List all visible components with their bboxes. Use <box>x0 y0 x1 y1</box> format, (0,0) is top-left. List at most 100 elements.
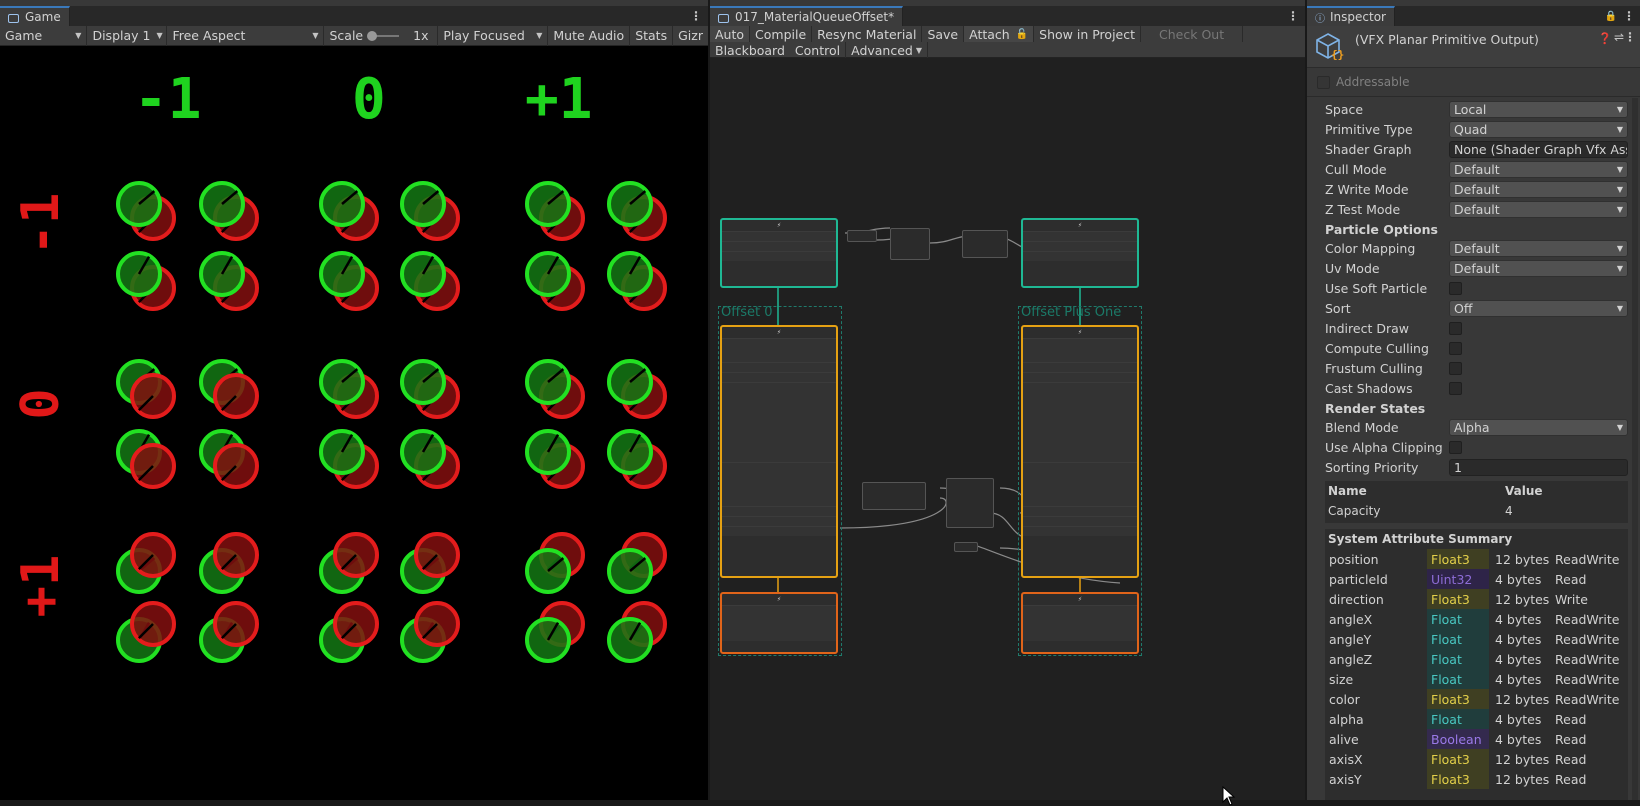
operator-node[interactable] <box>954 542 978 552</box>
check-out-button[interactable]: Check Out <box>1141 26 1243 42</box>
group-title[interactable]: Offset 0 <box>721 305 772 320</box>
game-tab-menu-icon[interactable]: ⋮ <box>688 6 704 26</box>
property-checkbox[interactable] <box>1449 342 1462 355</box>
initialize-context-right[interactable]: ⚡ <box>1021 325 1139 578</box>
property-dropdown[interactable]: Quad▼ <box>1449 121 1628 138</box>
particle-grid <box>0 46 708 800</box>
output-context-left[interactable]: ⚡ <box>720 592 838 654</box>
property-dropdown[interactable]: Default▼ <box>1449 260 1628 277</box>
context-header: ⚡ <box>722 594 836 605</box>
resync-material-button[interactable]: Resync Material <box>812 26 922 42</box>
initialize-context-left[interactable]: ⚡ <box>720 325 838 578</box>
addressable-label: Addressable <box>1336 75 1409 89</box>
inspector-title: (VFX Planar Primitive Output) <box>1355 32 1539 47</box>
operator-node[interactable] <box>847 230 877 242</box>
spawn-context-left[interactable]: ⚡ <box>720 218 838 288</box>
stats-button[interactable]: Stats <box>630 26 673 46</box>
mute-audio-button[interactable]: Mute Audio <box>548 26 630 46</box>
attribute-size: 4 bytes <box>1489 572 1553 587</box>
vfx-graph-canvas[interactable]: Offset 0 Offset Plus One ⚡ ⚡ ⚡ <box>710 58 1305 800</box>
lock-icon[interactable]: 🔓 <box>1016 29 1028 40</box>
property-checkbox[interactable] <box>1449 441 1462 454</box>
settings-icon[interactable]: ⇌ <box>1614 30 1624 44</box>
property-dropdown[interactable]: Local▼ <box>1449 101 1628 118</box>
tab-game[interactable]: Game <box>0 6 70 26</box>
particle-sprite <box>527 253 569 295</box>
advanced-dropdown[interactable]: Advanced▼ <box>846 42 928 58</box>
save-button[interactable]: Save <box>922 26 964 42</box>
property-dropdown[interactable]: Default▼ <box>1449 161 1628 178</box>
context-block <box>722 241 836 251</box>
addressable-checkbox[interactable] <box>1317 76 1330 89</box>
attribute-access: ReadWrite <box>1553 612 1628 627</box>
object-field[interactable]: None (Shader Graph Vfx Asse◉ <box>1449 141 1628 158</box>
attribute-size: 12 bytes <box>1489 772 1553 787</box>
attribute-row: angleZFloat4 bytesReadWrite <box>1325 649 1628 669</box>
help-icon[interactable]: ❓ <box>1598 32 1612 45</box>
property-checkbox[interactable] <box>1449 322 1462 335</box>
group-title[interactable]: Offset Plus One <box>1021 305 1121 320</box>
lock-icon[interactable]: 🔒 <box>1605 6 1617 26</box>
property-label: Cast Shadows <box>1325 381 1449 396</box>
compile-button[interactable]: Compile <box>750 26 812 42</box>
scale-value: 1x <box>413 28 428 43</box>
operator-node[interactable] <box>890 228 930 260</box>
property-label: Uv Mode <box>1325 261 1449 276</box>
gizmos-button[interactable]: Gizr <box>673 26 708 46</box>
auto-button[interactable]: Auto <box>710 26 750 42</box>
view-mode-dropdown[interactable]: Game▼ <box>0 26 87 46</box>
attribute-size: 4 bytes <box>1489 712 1553 727</box>
attribute-row: angleXFloat4 bytesReadWrite <box>1325 609 1628 629</box>
property-input[interactable]: 1 <box>1449 459 1628 476</box>
operator-node[interactable] <box>946 478 994 528</box>
property-checkbox[interactable] <box>1449 362 1462 375</box>
operator-node[interactable] <box>862 482 926 510</box>
addressable-toggle[interactable]: Addressable <box>1317 75 1409 89</box>
display-dropdown[interactable]: Display 1▼ <box>87 26 167 46</box>
blackboard-button[interactable]: Blackboard <box>710 42 790 58</box>
aspect-label: Free Aspect <box>172 28 245 43</box>
tab-vfx-graph[interactable]: 017_MaterialQueueOffset* <box>710 6 903 26</box>
property-dropdown[interactable]: Alpha▼ <box>1449 419 1628 436</box>
property-dropdown[interactable]: Default▼ <box>1449 181 1628 198</box>
attribute-name: size <box>1325 672 1427 687</box>
particle-sprite <box>402 431 444 473</box>
particle-sprite <box>215 375 257 417</box>
play-mode-dropdown[interactable]: Play Focused▼ <box>438 26 548 46</box>
inspector-menu-icon[interactable]: ⋮ <box>1621 6 1637 26</box>
property-value: Default <box>1454 162 1500 177</box>
property-row: SpaceLocal▼ <box>1325 100 1628 119</box>
vfx-tab-menu-icon[interactable]: ⋮ <box>1285 6 1301 26</box>
attribute-access: ReadWrite <box>1553 552 1628 567</box>
scale-slider-thumb[interactable] <box>367 31 377 41</box>
attribute-type: Float3 <box>1427 549 1489 569</box>
property-dropdown[interactable]: Off▼ <box>1449 300 1628 317</box>
attribute-size: 4 bytes <box>1489 652 1553 667</box>
spawn-context-right[interactable]: ⚡ <box>1021 218 1139 288</box>
property-dropdown[interactable]: Default▼ <box>1449 201 1628 218</box>
inspector-header-menu-icon[interactable]: ⋮ <box>1624 30 1636 44</box>
property-row: Shader GraphNone (Shader Graph Vfx Asse◉ <box>1325 140 1628 159</box>
particle-sprite <box>132 445 174 487</box>
tab-inspector[interactable]: ⓘ Inspector <box>1307 6 1395 26</box>
particle-sprite <box>201 183 243 225</box>
show-in-project-button[interactable]: Show in Project <box>1034 26 1141 42</box>
property-dropdown[interactable]: Default▼ <box>1449 240 1628 257</box>
context-block <box>1023 462 1137 506</box>
operator-node[interactable] <box>962 230 1008 258</box>
property-checkbox[interactable] <box>1449 382 1462 395</box>
property-checkbox[interactable] <box>1449 282 1462 295</box>
attribute-summary-table: System Attribute SummarypositionFloat312… <box>1325 529 1628 800</box>
inspector-scrollbar[interactable] <box>1632 98 1638 800</box>
game-toolbar: Game▼ Display 1▼ Free Aspect▼ Scale 1x P… <box>0 26 708 46</box>
scale-slider[interactable]: Scale 1x <box>324 26 438 46</box>
game-viewport[interactable]: -1 0 +1 -1 0 +1 <box>0 46 708 800</box>
output-context-right[interactable]: ⚡ <box>1021 592 1139 654</box>
attach-button[interactable]: Attach 🔓 <box>964 26 1034 42</box>
vfx-output-icon: {} <box>1314 31 1344 61</box>
aspect-dropdown[interactable]: Free Aspect▼ <box>167 26 324 46</box>
scale-slider-track[interactable] <box>369 35 399 37</box>
attach-label: Attach <box>969 27 1010 42</box>
particle-sprite <box>609 550 651 592</box>
control-button[interactable]: Control <box>790 42 846 58</box>
